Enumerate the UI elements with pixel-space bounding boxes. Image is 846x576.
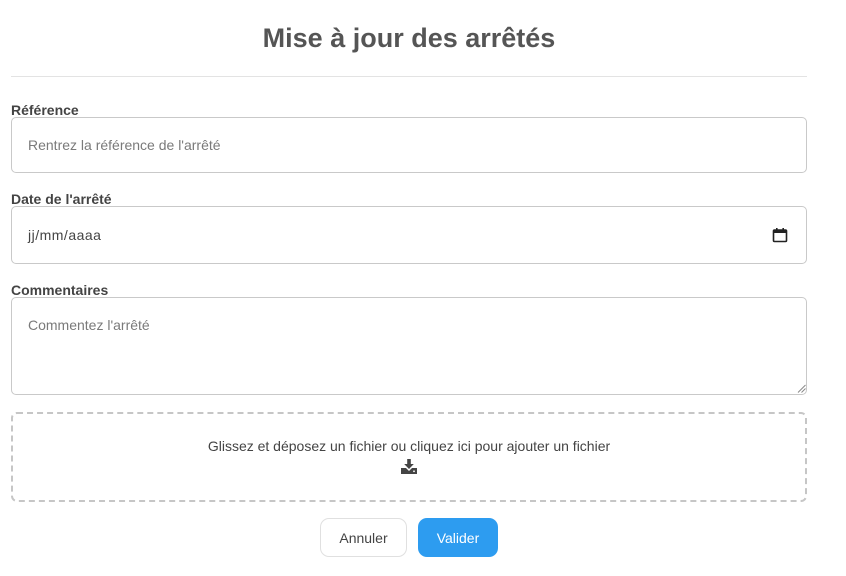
title-divider: [11, 76, 807, 77]
calendar-icon[interactable]: [772, 227, 788, 243]
reference-input[interactable]: [11, 117, 807, 173]
update-decrees-form-page: Mise à jour des arrêtés Référence Date d…: [0, 0, 846, 576]
date-placeholder: jj/mm/aaaa: [28, 227, 102, 243]
date-input[interactable]: jj/mm/aaaa: [11, 206, 807, 264]
comments-textarea[interactable]: [11, 297, 807, 395]
cancel-button[interactable]: Annuler: [320, 518, 407, 557]
submit-button[interactable]: Valider: [418, 518, 498, 557]
resize-grip-icon[interactable]: [797, 384, 806, 393]
download-icon: [401, 459, 417, 474]
file-dropzone[interactable]: Glissez et déposez un fichier ou cliquez…: [11, 412, 807, 502]
dropzone-text: Glissez et déposez un fichier ou cliquez…: [207, 438, 611, 454]
page-title: Mise à jour des arrêtés: [262, 23, 556, 53]
